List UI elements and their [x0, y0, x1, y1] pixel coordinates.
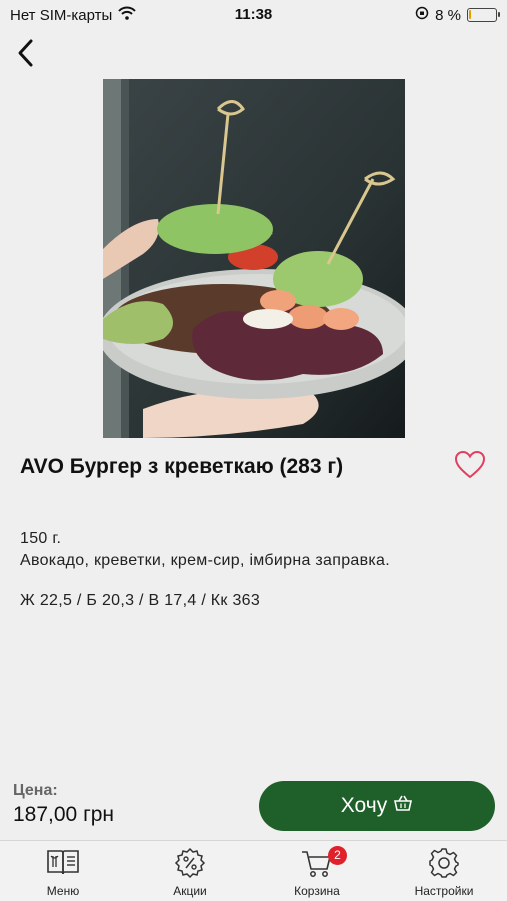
status-bar: Нет SIM-карты 11:38 8 % [0, 0, 507, 30]
tab-cart[interactable]: 2 Корзина [254, 841, 380, 901]
product-title: AVO Бургер з креветкаю (283 г) [20, 455, 344, 478]
heart-icon [454, 450, 486, 479]
price-value: 187,00 грн [13, 803, 115, 826]
cart-icon [254, 847, 380, 879]
back-arrow-icon [18, 39, 33, 67]
product-weight: 150 г. [20, 530, 62, 547]
tab-menu[interactable]: Меню [0, 841, 126, 901]
product-ingredients: Авокадо, креветки, крем-сир, імбирна зап… [20, 552, 391, 569]
status-right: 8 % [415, 6, 500, 24]
add-to-cart-label: Хочу [340, 794, 388, 817]
menu-book-icon [0, 847, 126, 879]
basket-icon [393, 794, 413, 818]
tab-cart-label: Корзина [294, 884, 340, 898]
product-description: 150 г. Авокадо, креветки, крем-сир, імби… [20, 530, 390, 574]
tab-menu-label: Меню [46, 884, 80, 898]
tab-bar: Меню Акции 2 Корзина Настройки [0, 840, 507, 901]
orientation-lock-icon [415, 6, 429, 24]
tab-settings[interactable]: Настройки [381, 841, 507, 901]
price-label: Цена: [13, 782, 58, 799]
tab-promotions[interactable]: Акции [127, 841, 253, 901]
battery-icon [467, 8, 500, 22]
tab-promotions-label: Акции [173, 884, 207, 898]
discount-icon [127, 847, 253, 879]
cart-count-badge: 2 [328, 846, 347, 865]
favorite-button[interactable] [454, 450, 486, 480]
tab-settings-label: Настройки [414, 884, 474, 898]
back-button[interactable] [12, 38, 42, 68]
gear-icon [381, 847, 507, 879]
add-to-cart-button[interactable]: Хочу [259, 781, 495, 831]
product-nutrition: Ж 22,5 / Б 20,3 / В 17,4 / Кк 363 [20, 592, 261, 609]
product-photo [103, 79, 405, 438]
battery-level [469, 10, 471, 19]
battery-percent: 8 % [435, 6, 461, 24]
